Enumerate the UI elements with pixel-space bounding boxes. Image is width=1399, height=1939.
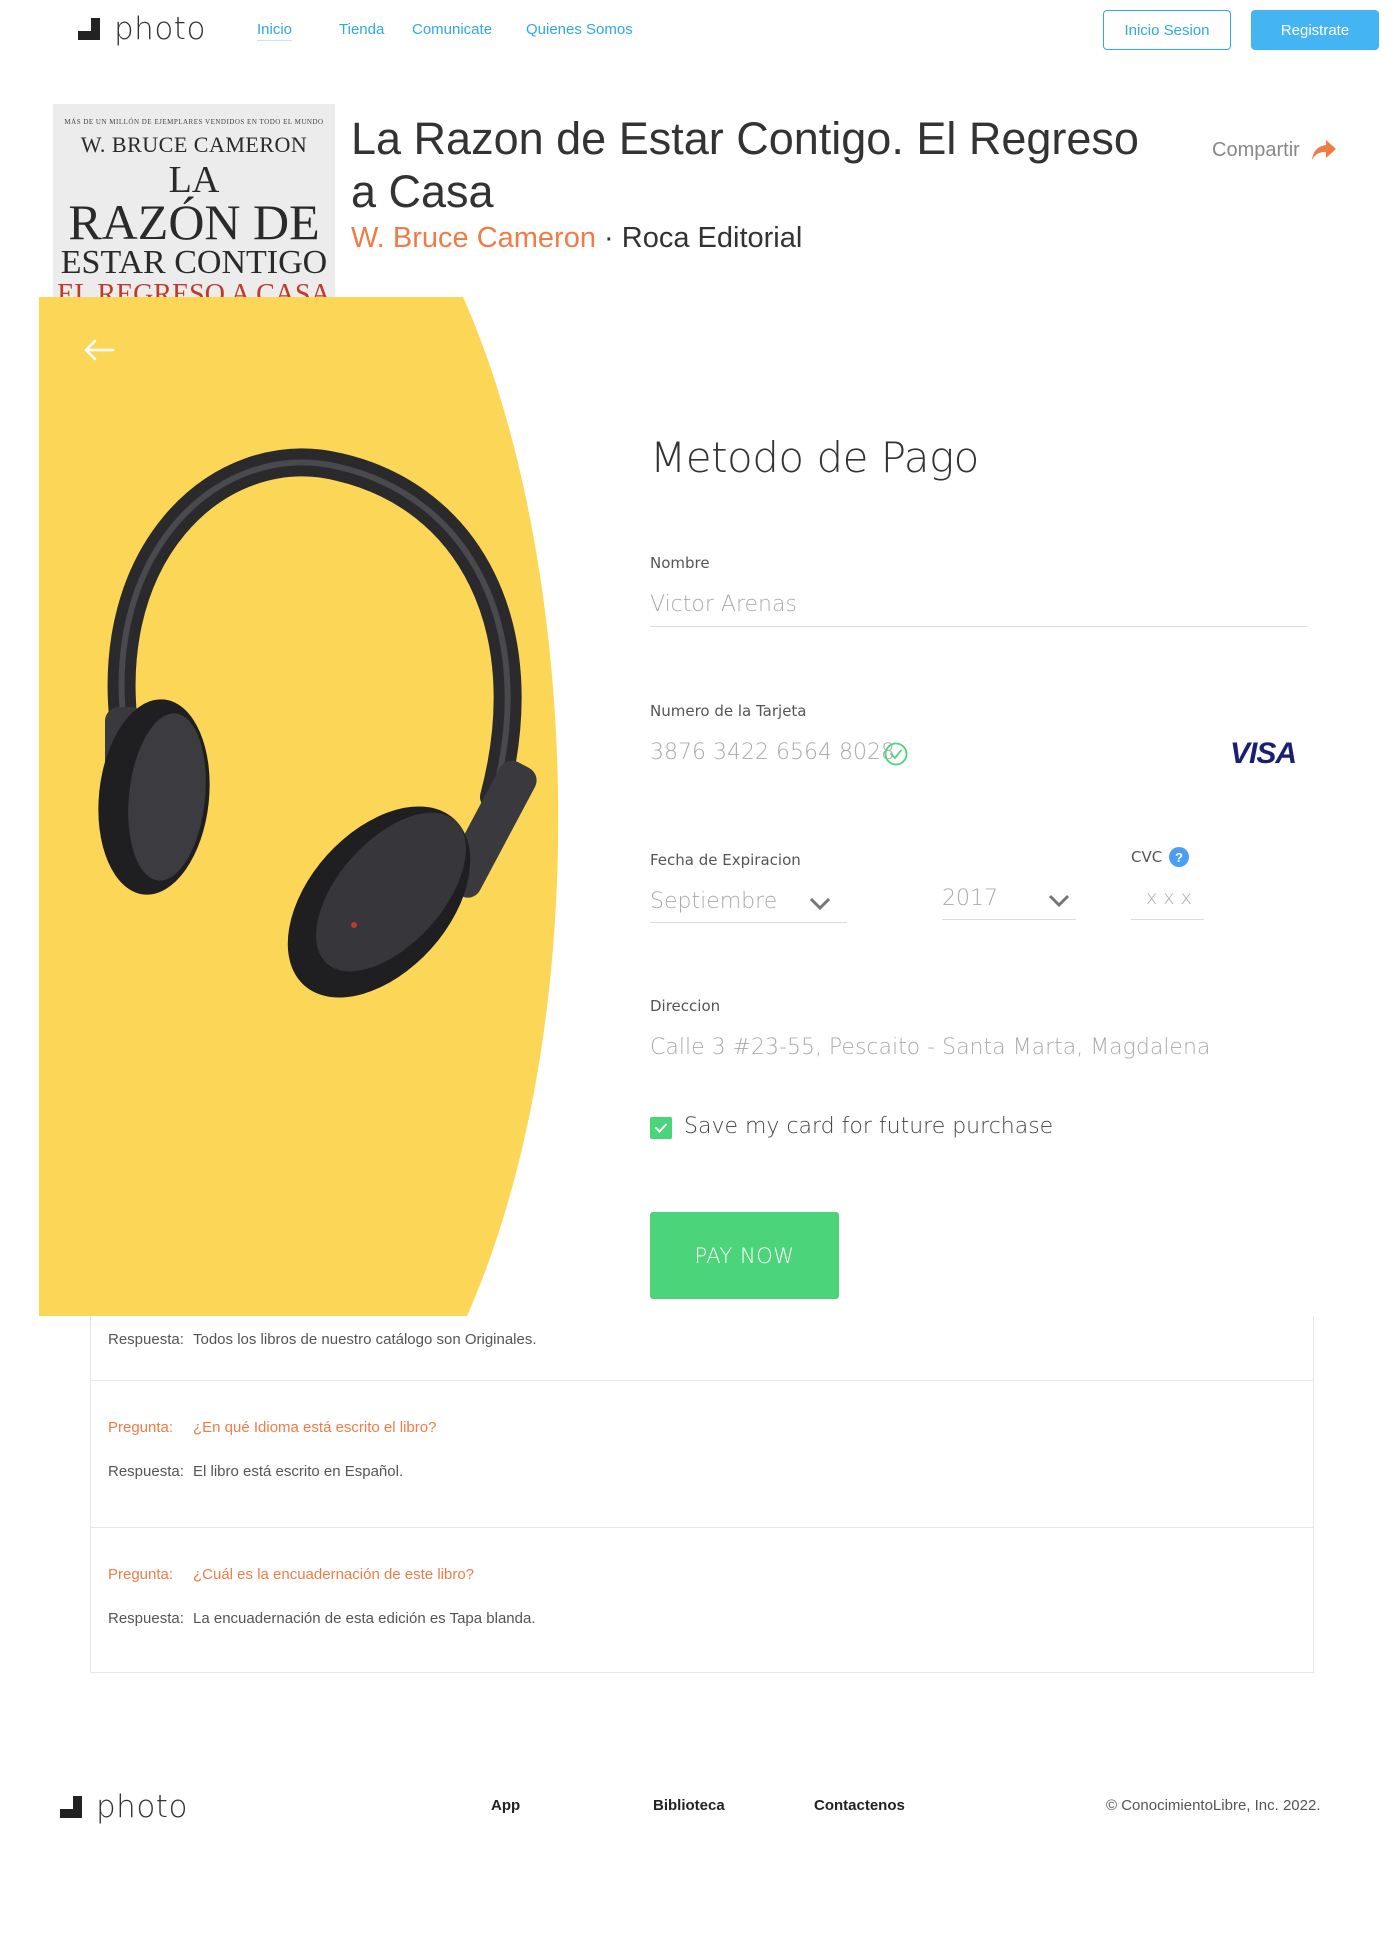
footer-logo[interactable]: photo [60,1789,188,1825]
name-label: Nombre [650,554,710,572]
save-card-label: Save my card for future purchase [684,1114,1054,1139]
chevron-down-icon[interactable] [1048,894,1070,908]
book-title: La Razon de Estar Contigo. El Regreso a … [351,113,1139,217]
check-circle-icon [884,742,908,766]
logo[interactable]: photo [78,11,206,47]
answer-tag: Respuesta: [108,1463,184,1480]
checkmark-icon [655,1123,667,1133]
expiry-label: Fecha de Expiracion [650,851,801,869]
book-cover-image: MÁS DE UN MILLÓN DE EJEMPLARES VENDIDOS … [53,104,335,304]
footer-link-app[interactable]: App [491,1797,520,1814]
logo-mark-icon [78,18,100,40]
book-author-link[interactable]: W. Bruce Cameron [351,222,596,254]
visa-logo-icon: VISA [1230,737,1297,770]
footer-link-biblioteca[interactable]: Biblioteca [653,1797,725,1814]
faq-answer: Respuesta: El libro está escrito en Espa… [108,1463,403,1480]
share-arrow-icon [1311,140,1336,160]
cover-title-line: LA [168,159,220,201]
card-number-label: Numero de la Tarjeta [650,702,807,720]
cover-top-line: MÁS DE UN MILLÓN DE EJEMPLARES VENDIDOS … [64,118,324,126]
register-button[interactable]: Registrate [1251,10,1379,50]
nav-link-quienes-somos[interactable]: Quienes Somos [526,21,633,38]
arrow-left-icon[interactable] [83,339,115,361]
meta-separator: · [604,222,614,254]
cover-title-line: RAZÓN DE [68,194,320,250]
card-number-input[interactable]: 3876 3422 6564 8028 [650,740,895,765]
answer-text: El libro está escrito en Español. [193,1463,404,1480]
question-text: ¿Cuál es la encuadernación de este libro… [193,1566,475,1583]
cover-author: W. BRUCE CAMERON [80,132,308,157]
cvc-underline [1131,919,1204,920]
faq-section: Respuesta: Todos los libros de nuestro c… [90,1316,1314,1673]
login-button[interactable]: Inicio Sesion [1103,10,1231,50]
address-input[interactable]: Calle 3 #23-55, Pescaito - Santa Marta, … [650,1035,1210,1060]
faq-question: Pregunta: ¿Cuál es la encuadernación de … [108,1566,474,1583]
question-text: ¿En qué Idioma está escrito el libro? [193,1419,437,1436]
faq-item: Pregunta: ¿En qué Idioma está escrito el… [91,1381,1313,1528]
nav-link-tienda[interactable]: Tienda [339,21,384,38]
logo-mark-icon [60,1796,82,1818]
logo-text: photo [114,11,206,47]
top-nav: photo Inicio Tienda Comunicate Quienes S… [0,0,1399,60]
book-meta: W. Bruce Cameron · Roca Editorial [351,222,802,255]
expiry-month-underline [650,922,847,923]
expiry-month-select[interactable]: Septiembre [650,889,777,914]
share-button[interactable]: Compartir [1212,138,1338,162]
question-tag: Pregunta: [108,1419,174,1436]
nav-link-comunicate[interactable]: Comunicate [412,21,492,38]
payment-modal: Metodo de Pago Nombre Victor Arenas Nume… [39,297,1319,1316]
answer-text: La encuadernación de esta edición es Tap… [193,1610,536,1627]
help-icon[interactable]: ? [1169,847,1189,867]
cvc-label: CVC [1131,848,1163,866]
expiry-year-select[interactable]: 2017 [942,886,998,911]
cover-title-line: ESTAR CONTIGO [60,244,328,281]
product-image-panel [39,297,559,1316]
nav-link-inicio[interactable]: Inicio [257,21,292,38]
faq-item: Pregunta: ¿Cuál es la encuadernación de … [91,1528,1313,1673]
expiry-year-underline [942,919,1076,920]
name-input[interactable]: Victor Arenas [650,592,797,617]
answer-tag: Respuesta: [108,1331,184,1348]
footer-link-contactenos[interactable]: Contactenos [814,1797,905,1814]
cvc-input[interactable]: x x x [1146,887,1192,909]
share-label: Compartir [1212,138,1300,161]
book-publisher: Roca Editorial [621,222,803,254]
save-card-checkbox[interactable] [650,1117,672,1139]
faq-answer: Respuesta: Todos los libros de nuestro c… [108,1331,537,1348]
address-label: Direccion [650,997,721,1015]
name-underline [650,626,1307,627]
faq-question: Pregunta: ¿En qué Idioma está escrito el… [108,1419,436,1436]
pay-now-button[interactable]: PAY NOW [650,1212,839,1299]
copyright-text: © ConocimientoLibre, Inc. 2022. [1106,1797,1321,1814]
faq-answer: Respuesta: La encuadernación de esta edi… [108,1610,536,1627]
faq-item: Respuesta: Todos los libros de nuestro c… [91,1316,1313,1381]
payment-title: Metodo de Pago [650,433,979,482]
logo-text: photo [96,1789,188,1825]
answer-text: Todos los libros de nuestro catálogo son… [193,1331,537,1348]
question-tag: Pregunta: [108,1566,174,1583]
answer-tag: Respuesta: [108,1610,184,1627]
chevron-down-icon[interactable] [809,897,831,911]
